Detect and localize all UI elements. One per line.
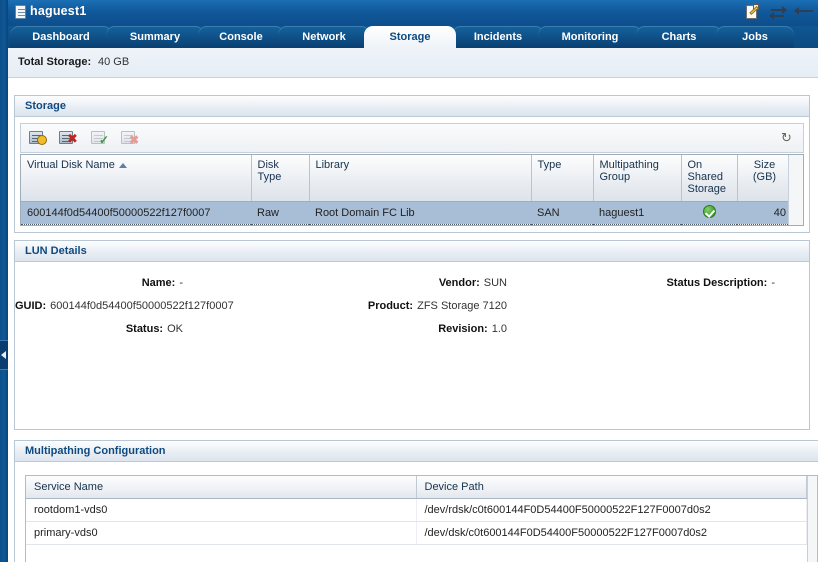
- cell-virtual-disk-name: 600144f0d54400f50000522f127f0007: [21, 200, 251, 225]
- cell-disk-type: Raw: [251, 200, 309, 225]
- multipathing-table: Service Name Device Path rootdom1-vds0 /…: [25, 475, 818, 562]
- column-header-on-shared-storage[interactable]: On Shared Storage: [681, 155, 738, 202]
- table-row[interactable]: rootdom1-vds0 /dev/rdsk/c0t600144F0D5440…: [26, 498, 807, 522]
- gear-icon: [37, 135, 47, 145]
- storage-panel-header: Storage: [15, 96, 809, 117]
- column-header-device-path[interactable]: Device Path: [416, 476, 807, 499]
- edit-note-icon[interactable]: [742, 3, 764, 22]
- cell-type: SAN: [531, 200, 593, 225]
- column-header-type[interactable]: Type: [531, 155, 594, 202]
- storage-panel: Storage ✖ ✓ ✖ ↻ Virtual Disk Name Disk T…: [14, 95, 810, 233]
- sidebar-collapse-handle[interactable]: [0, 340, 8, 370]
- tab-incidents[interactable]: Incidents: [452, 26, 544, 48]
- lun-details-panel: LUN Details Name: - GUID: 600144f0d54400f5…: [14, 240, 810, 430]
- multipathing-grid: Service Name Device Path rootdom1-vds0 /…: [26, 476, 807, 545]
- lun-details-title: LUN Details: [25, 245, 87, 257]
- storage-panel-title: Storage: [25, 100, 66, 112]
- refresh-icon[interactable]: ↻: [781, 131, 795, 147]
- partial-arrow-icon[interactable]: [792, 3, 814, 22]
- sort-ascending-icon: [118, 162, 127, 168]
- accept-storage-button: ✓: [91, 128, 113, 149]
- field-name: Name: -: [141, 277, 183, 289]
- cell-on-shared-storage: [681, 200, 737, 225]
- column-header-library[interactable]: Library: [309, 155, 532, 202]
- main-tab-bar: Dashboard Summary Console Network Storag…: [8, 26, 818, 48]
- tab-dashboard[interactable]: Dashboard: [10, 26, 112, 48]
- cell-service-name: rootdom1-vds0: [26, 498, 417, 522]
- field-status-description: Status Description: -: [666, 277, 775, 289]
- content-area: Total Storage: 40 GB Storage ✖ ✓ ✖ ↻ Vir…: [8, 48, 818, 562]
- storage-table-scrollbar[interactable]: [788, 155, 803, 225]
- header-toolbar: [742, 3, 814, 23]
- multipathing-table-scrollbar[interactable]: [807, 476, 817, 562]
- cell-device-path: /dev/dsk/c0t600144F0D54400F50000522F127F…: [416, 521, 807, 545]
- cell-service-name: primary-vds0: [26, 521, 417, 545]
- field-vendor: Vendor: SUN: [438, 277, 507, 289]
- total-storage-value: 40 GB: [98, 56, 130, 68]
- field-revision: Revision: 1.0: [438, 323, 507, 335]
- field-product: Product: ZFS Storage 7120: [367, 300, 507, 312]
- delete-storage-button[interactable]: ✖: [59, 128, 81, 149]
- cell-device-path: /dev/rdsk/c0t600144F0D54400F50000522F127…: [416, 498, 807, 522]
- application-window: haguest1 Dashboard Summary Console Netwo…: [0, 0, 818, 562]
- tab-charts[interactable]: Charts: [636, 26, 722, 48]
- page-title: haguest1: [30, 4, 87, 18]
- tab-summary[interactable]: Summary: [106, 26, 204, 48]
- window-header: haguest1: [8, 0, 818, 26]
- table-row[interactable]: primary-vds0 /dev/dsk/c0t600144F0D54400F…: [26, 521, 807, 545]
- tab-storage[interactable]: Storage: [364, 26, 456, 48]
- left-rail: [0, 0, 8, 562]
- sync-arrows-icon[interactable]: [767, 3, 789, 22]
- column-header-size-gb[interactable]: Size (GB): [737, 155, 788, 202]
- multipathing-header-row: Service Name Device Path: [26, 476, 807, 499]
- check-icon: ✓: [99, 133, 110, 147]
- column-header-multipathing-group[interactable]: Multipathing Group: [593, 155, 682, 202]
- table-row[interactable]: 600144f0d54400f50000522f127f0007 Raw Roo…: [21, 200, 788, 225]
- multipathing-header: Multipathing Configuration: [15, 441, 818, 462]
- field-guid: GUID: 600144f0d54400f50000522f127f0007: [15, 300, 234, 312]
- close-icon: ✖: [67, 132, 78, 147]
- tab-jobs[interactable]: Jobs: [716, 26, 794, 48]
- storage-table: Virtual Disk Name Disk Type Library Type…: [20, 154, 804, 226]
- total-storage-bar: Total Storage: 40 GB: [8, 48, 818, 78]
- cell-multipathing-group: haguest1: [593, 200, 681, 225]
- tab-monitoring[interactable]: Monitoring: [538, 26, 642, 48]
- lun-details-header: LUN Details: [15, 241, 809, 262]
- tab-console[interactable]: Console: [198, 26, 284, 48]
- cell-library: Root Domain FC Lib: [309, 200, 531, 225]
- multipathing-panel: Multipathing Configuration Service Name …: [14, 440, 818, 562]
- cell-size-gb: 40: [737, 200, 788, 225]
- storage-grid: Virtual Disk Name Disk Type Library Type…: [21, 155, 788, 225]
- column-header-disk-type[interactable]: Disk Type: [251, 155, 310, 202]
- storage-header-row: Virtual Disk Name Disk Type Library Type…: [21, 155, 788, 202]
- close-icon: ✖: [129, 133, 140, 147]
- server-icon: [15, 5, 26, 19]
- status-ok-icon: [702, 204, 716, 218]
- cancel-storage-button: ✖: [121, 128, 143, 149]
- chevron-left-icon: [1, 351, 6, 359]
- field-status: Status: OK: [125, 323, 183, 335]
- multipathing-title: Multipathing Configuration: [25, 445, 166, 457]
- storage-toolbar: ✖ ✓ ✖ ↻: [20, 123, 804, 153]
- column-header-virtual-disk-name[interactable]: Virtual Disk Name: [21, 155, 252, 202]
- add-storage-button[interactable]: [29, 128, 51, 149]
- total-storage-label: Total Storage:: [18, 56, 92, 68]
- tab-network[interactable]: Network: [278, 26, 370, 48]
- column-header-service-name[interactable]: Service Name: [26, 476, 417, 499]
